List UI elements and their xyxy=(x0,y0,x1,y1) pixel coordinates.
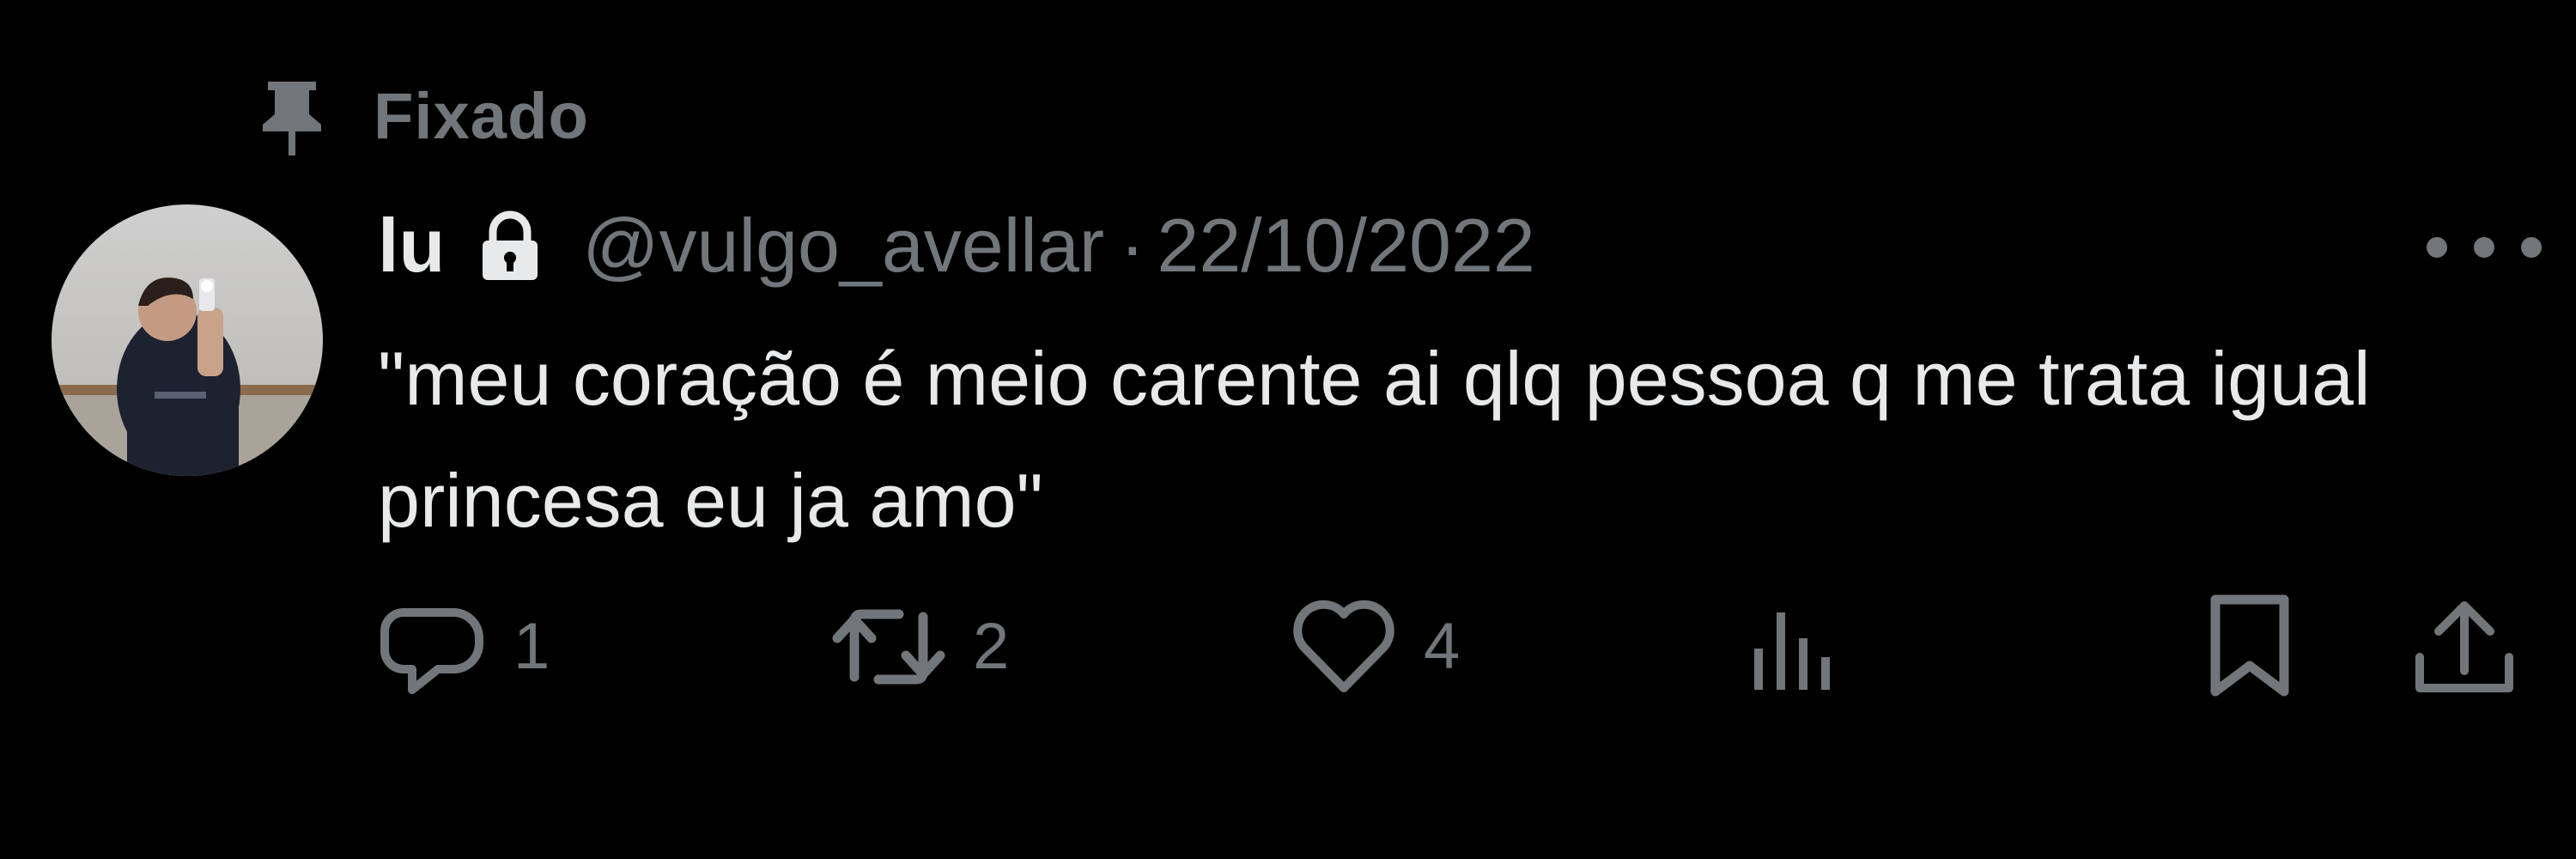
views-icon xyxy=(1747,595,1842,698)
reply-icon xyxy=(378,595,489,698)
bookmark-button[interactable] xyxy=(2207,584,2293,709)
reply-button[interactable]: 1 xyxy=(378,584,550,709)
share-icon xyxy=(2413,595,2516,698)
bookmark-icon xyxy=(2207,593,2293,700)
pinned-indicator: Fixado xyxy=(253,73,589,159)
tweet-date[interactable]: 22/10/2022 xyxy=(1157,202,1534,289)
author-handle[interactable]: @vulgo_avellar xyxy=(582,202,1104,289)
retweet-count: 2 xyxy=(973,610,1010,683)
action-bar: 1 2 4 xyxy=(0,584,2576,709)
separator-dot: · xyxy=(1120,202,1145,288)
tweet-text: "meu coração é meio carente ai qlq pesso… xyxy=(378,336,2371,543)
heart-icon xyxy=(1288,595,1400,698)
tweet-header: lu @vulgo_avellar · 22/10/2022 xyxy=(378,196,1535,295)
share-button[interactable] xyxy=(2413,584,2516,709)
author-display-name[interactable]: lu xyxy=(378,202,445,289)
lock-icon xyxy=(479,207,546,284)
like-count: 4 xyxy=(1424,610,1461,683)
like-button[interactable]: 4 xyxy=(1288,584,1460,709)
avatar[interactable] xyxy=(52,204,323,476)
pinned-label: Fixado xyxy=(374,79,589,153)
more-dots-icon[interactable] xyxy=(2409,219,2559,275)
retweet-icon xyxy=(829,595,949,698)
views-button[interactable] xyxy=(1747,584,1842,709)
reply-count: 1 xyxy=(513,610,550,683)
pin-icon xyxy=(253,73,331,159)
retweet-button[interactable]: 2 xyxy=(829,584,1009,709)
